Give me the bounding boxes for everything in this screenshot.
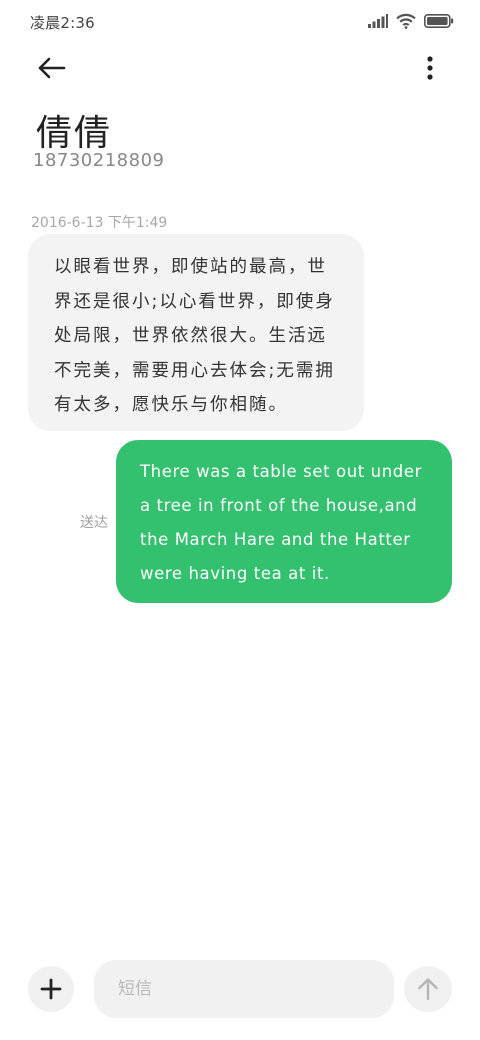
outgoing-message-bubble[interactable]: There was a table set out under a tree i… bbox=[116, 440, 452, 603]
message-timestamp: 2016-6-13 下午1:49 bbox=[31, 215, 168, 231]
arrow-left-icon bbox=[38, 57, 66, 79]
more-vertical-icon bbox=[427, 56, 433, 80]
more-options-button[interactable] bbox=[414, 50, 446, 86]
status-bar: 凌晨2:36 bbox=[0, 0, 480, 44]
plus-icon bbox=[40, 978, 62, 1000]
incoming-message-bubble[interactable]: 以眼看世界，即使站的最高，世界还是很小;以心看世界，即使身处局限，世界依然很大。… bbox=[28, 234, 364, 431]
send-button[interactable] bbox=[404, 966, 452, 1012]
add-attachment-button[interactable] bbox=[28, 966, 74, 1012]
contact-number: 18730218809 bbox=[33, 150, 165, 171]
incoming-message-text: 以眼看世界，即使站的最高，世界还是很小;以心看世界，即使身处局限，世界依然很大。… bbox=[54, 257, 335, 415]
wifi-icon bbox=[396, 13, 416, 29]
status-time: 凌晨2:36 bbox=[30, 14, 95, 32]
message-input[interactable] bbox=[94, 960, 394, 1018]
arrow-up-icon bbox=[418, 978, 438, 1001]
back-button[interactable] bbox=[28, 48, 76, 88]
contact-name: 倩倩 bbox=[36, 113, 113, 154]
delivery-status: 送达 bbox=[80, 515, 108, 531]
outgoing-message-text: There was a table set out under a tree i… bbox=[140, 462, 422, 583]
battery-icon bbox=[424, 14, 454, 28]
signal-icon bbox=[368, 14, 388, 28]
status-icons bbox=[368, 13, 454, 29]
sms-conversation-screen: 凌晨2:36 倩倩 18730218809 2016-6-13 下午1:49 以… bbox=[0, 0, 480, 1040]
